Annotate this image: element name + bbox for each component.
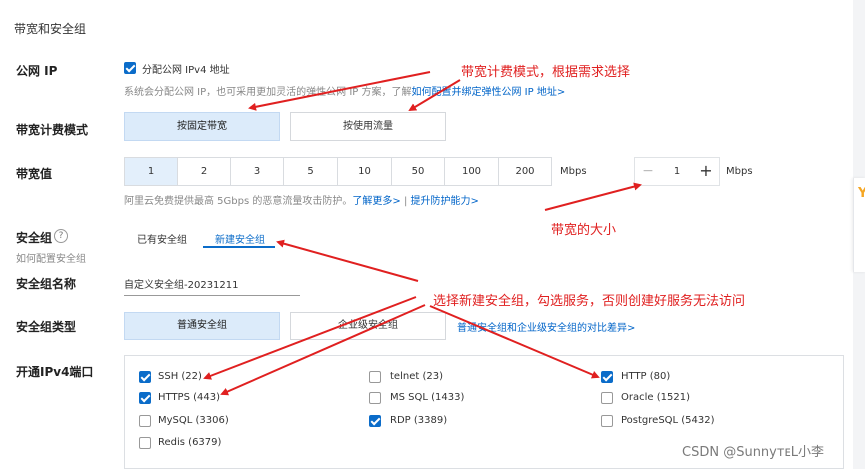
- security-group-help-link[interactable]: 如何配置安全组: [16, 250, 86, 265]
- billing-traffic-button[interactable]: 按使用流量: [290, 112, 446, 141]
- bandwidth-option-100[interactable]: 100: [444, 157, 499, 186]
- bandwidth-annotation: 带宽的大小: [551, 223, 617, 238]
- port-https-label[interactable]: HTTPS (443): [158, 392, 220, 403]
- learn-more-link[interactable]: 了解更多>: [352, 196, 400, 207]
- port-http-label[interactable]: HTTP (80): [621, 371, 670, 382]
- security-group-label: 安全组: [16, 231, 53, 245]
- bandwidth-option-200[interactable]: 200: [498, 157, 552, 186]
- billing-annotation: 带宽计费模式，根据需求选择: [461, 65, 631, 80]
- port-postgresql-checkbox[interactable]: [601, 415, 613, 427]
- type-compare-link[interactable]: 普通安全组和企业级安全组的对比差异>: [457, 319, 635, 334]
- stepper-minus-button[interactable]: −: [634, 157, 662, 186]
- port-rdp-checkbox[interactable]: [369, 415, 381, 427]
- port-http-checkbox[interactable]: [601, 371, 613, 383]
- stepper-plus-button[interactable]: +: [692, 157, 720, 186]
- public-ip-label: 公网 IP: [16, 64, 58, 78]
- port-redis-label[interactable]: Redis (6379): [158, 437, 221, 448]
- bandwidth-label: 带宽值: [16, 167, 53, 181]
- public-ip-checkbox[interactable]: [124, 62, 136, 74]
- billing-label: 带宽计费模式: [16, 123, 89, 137]
- public-ip-config-link[interactable]: 如何配置并绑定弹性公网 IP 地址>: [412, 87, 566, 98]
- port-rdp-label[interactable]: RDP (3389): [390, 415, 447, 426]
- tab-new-group[interactable]: 新建安全组: [215, 231, 265, 246]
- bandwidth-option-50[interactable]: 50: [391, 157, 445, 186]
- port-redis-checkbox[interactable]: [139, 437, 151, 449]
- public-ip-hint: 系统会分配公网 IP，也可采用更加灵活的弹性公网 IP 方案，了解如何配置并绑定…: [124, 83, 565, 98]
- port-postgresql-label[interactable]: PostgreSQL (5432): [621, 415, 715, 426]
- bandwidth-option-2[interactable]: 2: [177, 157, 231, 186]
- bandwidth-option-10[interactable]: 10: [337, 157, 392, 186]
- active-tab-indicator: [203, 246, 275, 248]
- bandwidth-hint: 阿里云免费提供最高 5Gbps 的恶意流量攻击防护。了解更多> | 提升防护能力…: [124, 192, 479, 207]
- type-normal-button[interactable]: 普通安全组: [124, 312, 280, 340]
- port-oracle-checkbox[interactable]: [601, 392, 613, 404]
- stepper-input[interactable]: 1: [662, 157, 692, 186]
- tab-existing-group[interactable]: 已有安全组: [137, 231, 187, 246]
- port-mysql-label[interactable]: MySQL (3306): [158, 415, 229, 426]
- public-ip-checkbox-label[interactable]: 分配公网 IPv4 地址: [142, 61, 230, 76]
- port-ssh-label[interactable]: SSH (22): [158, 371, 202, 382]
- bandwidth-hint-text: 阿里云免费提供最高 5Gbps 的恶意流量攻击防护。: [124, 196, 353, 207]
- port-mssql-checkbox[interactable]: [369, 392, 381, 404]
- security-group-name-input[interactable]: 自定义安全组-20231211: [124, 276, 300, 296]
- port-https-checkbox[interactable]: [139, 392, 151, 404]
- ports-label: 开通IPv4端口: [16, 365, 94, 379]
- side-card-mark: Y: [858, 186, 865, 201]
- billing-fixed-button[interactable]: 按固定带宽: [124, 112, 280, 141]
- security-group-type-label: 安全组类型: [16, 320, 77, 334]
- public-ip-hint-text: 系统会分配公网 IP，也可采用更加灵活的弹性公网 IP 方案，了解: [124, 87, 412, 98]
- port-ssh-checkbox[interactable]: [139, 371, 151, 383]
- security-annotation: 选择新建安全组，勾选服务，否则创建好服务无法访问: [433, 294, 746, 309]
- csdn-watermark: CSDN @SunnyᴛᴇL小李: [682, 445, 825, 460]
- security-group-name-label: 安全组名称: [16, 277, 77, 291]
- section-title: 带宽和安全组: [14, 22, 87, 36]
- type-enterprise-button[interactable]: 企业级安全组: [290, 312, 446, 340]
- hint-separator: |: [403, 196, 408, 207]
- bandwidth-unit: Mbps: [560, 166, 587, 177]
- port-telnet-label[interactable]: telnet (23): [390, 371, 443, 382]
- help-icon[interactable]: ?: [54, 229, 68, 243]
- bandwidth-option-1[interactable]: 1: [124, 157, 178, 186]
- bandwidth-option-5[interactable]: 5: [283, 157, 338, 186]
- improve-protection-link[interactable]: 提升防护能力>: [411, 196, 479, 207]
- stepper-unit: Mbps: [726, 166, 753, 177]
- port-oracle-label[interactable]: Oracle (1521): [621, 392, 690, 403]
- config-panel: 带宽和安全组 公网 IP 分配公网 IPv4 地址 系统会分配公网 IP，也可采…: [0, 0, 853, 469]
- bandwidth-option-3[interactable]: 3: [230, 157, 284, 186]
- port-mssql-label[interactable]: MS SQL (1433): [390, 392, 464, 403]
- port-mysql-checkbox[interactable]: [139, 415, 151, 427]
- port-telnet-checkbox[interactable]: [369, 371, 381, 383]
